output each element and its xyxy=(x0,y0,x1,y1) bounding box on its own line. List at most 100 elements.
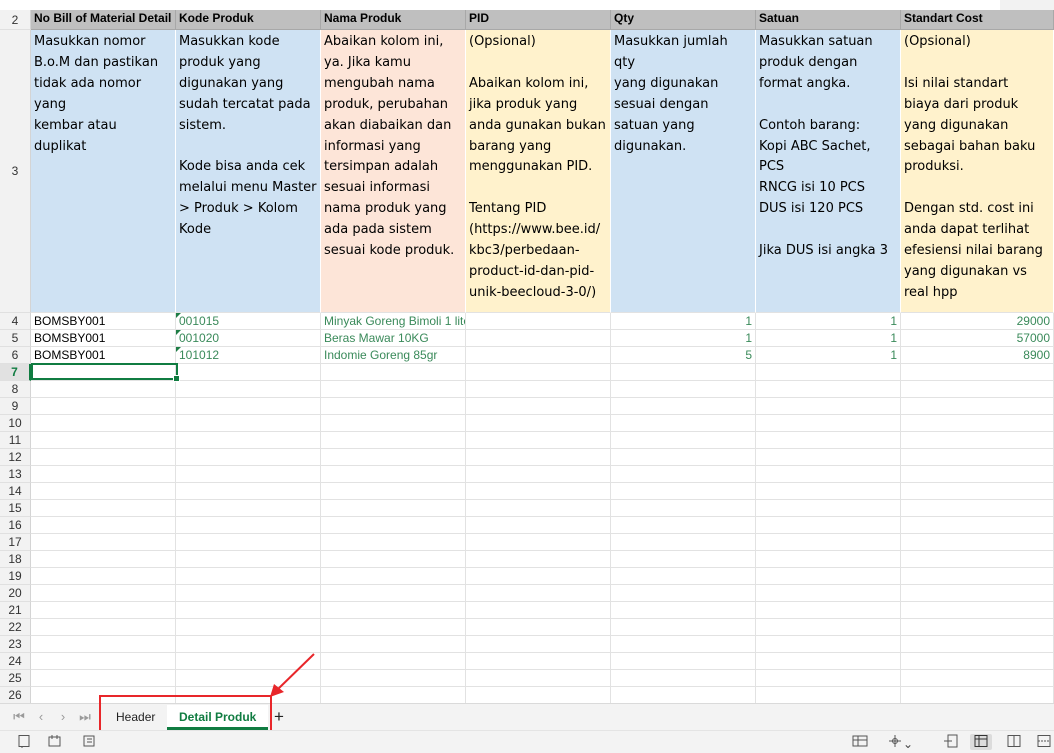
cell-bom[interactable] xyxy=(31,619,176,636)
cell-bom[interactable] xyxy=(31,466,176,483)
cell-standart-cost[interactable] xyxy=(901,483,1054,500)
cell-kode-produk[interactable] xyxy=(176,466,321,483)
cell-standart-cost[interactable] xyxy=(901,568,1054,585)
cell-kode-produk[interactable] xyxy=(176,500,321,517)
row-header[interactable]: 9 xyxy=(0,398,31,415)
cell-nama-produk[interactable] xyxy=(321,466,466,483)
cell-satuan[interactable] xyxy=(756,551,901,568)
cell-satuan[interactable] xyxy=(756,670,901,687)
cell-standart-cost[interactable] xyxy=(901,398,1054,415)
cell-qty[interactable] xyxy=(611,670,756,687)
cell-satuan[interactable] xyxy=(756,687,901,703)
row-header[interactable]: 10 xyxy=(0,415,31,432)
header-standart-cost[interactable]: Standart Cost xyxy=(901,10,1054,30)
cell-bom[interactable] xyxy=(31,381,176,398)
cell-nama-produk[interactable] xyxy=(321,364,466,381)
row-header[interactable]: 13 xyxy=(0,466,31,483)
header-qty[interactable]: Qty xyxy=(611,10,756,30)
cell-nama-produk[interactable] xyxy=(321,398,466,415)
cell-kode-produk[interactable] xyxy=(176,619,321,636)
cell-standart-cost[interactable] xyxy=(901,585,1054,602)
cell-bom[interactable] xyxy=(31,398,176,415)
row-header[interactable]: 25 xyxy=(0,670,31,687)
cell-satuan[interactable] xyxy=(756,364,901,381)
cell-satuan[interactable] xyxy=(756,500,901,517)
row-header[interactable]: 18 xyxy=(0,551,31,568)
page-break-icon[interactable] xyxy=(1034,734,1054,750)
cell-kode-produk[interactable] xyxy=(176,449,321,466)
cell-bom[interactable] xyxy=(31,653,176,670)
description-kode-produk[interactable]: Masukkan kode produk yang digunakan yang… xyxy=(176,30,321,313)
cell-standart-cost[interactable] xyxy=(901,551,1054,568)
cell-standart-cost[interactable]: 8900 xyxy=(901,347,1054,364)
description-nama-produk[interactable]: Abaikan kolom ini, ya. Jika kamu menguba… xyxy=(321,30,466,313)
cell-standart-cost[interactable] xyxy=(901,653,1054,670)
cell-bom[interactable] xyxy=(31,517,176,534)
display-settings-icon[interactable] xyxy=(850,734,872,750)
cell-pid[interactable] xyxy=(466,432,611,449)
cell-standart-cost[interactable] xyxy=(901,517,1054,534)
cell-kode-produk[interactable]: 001020 xyxy=(176,330,321,347)
cell-nama-produk[interactable] xyxy=(321,534,466,551)
cell-satuan[interactable] xyxy=(756,466,901,483)
cell-standart-cost[interactable] xyxy=(901,381,1054,398)
cell-pid[interactable] xyxy=(466,313,611,330)
cell-nama-produk[interactable] xyxy=(321,670,466,687)
cell-satuan[interactable] xyxy=(756,585,901,602)
cell-pid[interactable] xyxy=(466,585,611,602)
cell-satuan[interactable] xyxy=(756,653,901,670)
cell-satuan[interactable] xyxy=(756,449,901,466)
cell-bom[interactable]: BOMSBY001 xyxy=(31,347,176,364)
cell-qty[interactable] xyxy=(611,483,756,500)
description-bom[interactable]: Masukkan nomor B.o.M dan pastikan tidak … xyxy=(31,30,176,313)
row-header[interactable]: 26 xyxy=(0,687,31,703)
row-header[interactable]: 8 xyxy=(0,381,31,398)
cell-nama-produk[interactable] xyxy=(321,619,466,636)
cell-satuan[interactable]: 1 xyxy=(756,313,901,330)
cell-pid[interactable] xyxy=(466,466,611,483)
cell-nama-produk[interactable] xyxy=(321,568,466,585)
cell-satuan[interactable] xyxy=(756,398,901,415)
row-header[interactable]: 24 xyxy=(0,653,31,670)
row-header[interactable]: 3 xyxy=(0,30,31,313)
row-header[interactable]: 11 xyxy=(0,432,31,449)
cell-pid[interactable] xyxy=(466,568,611,585)
cell-bom[interactable] xyxy=(31,602,176,619)
cell-qty[interactable] xyxy=(611,602,756,619)
cell-pid[interactable] xyxy=(466,670,611,687)
header-nama-produk[interactable]: Nama Produk xyxy=(321,10,466,30)
row-header[interactable]: 22 xyxy=(0,619,31,636)
cell-satuan[interactable] xyxy=(756,381,901,398)
cell-standart-cost[interactable] xyxy=(901,364,1054,381)
header-bom[interactable]: No Bill of Material Detail xyxy=(31,10,176,30)
cell-bom[interactable]: BOMSBY001 xyxy=(31,330,176,347)
page-layout-icon[interactable] xyxy=(1003,734,1025,750)
row-header[interactable]: 20 xyxy=(0,585,31,602)
cell-bom[interactable]: BOMSBY001 xyxy=(31,313,176,330)
cell-kode-produk[interactable] xyxy=(176,551,321,568)
row-header[interactable]: 4 xyxy=(0,313,31,330)
cell-pid[interactable] xyxy=(466,364,611,381)
cell-nama-produk[interactable] xyxy=(321,483,466,500)
cell-pid[interactable] xyxy=(466,619,611,636)
cell-nama-produk[interactable]: Minyak Goreng Bimoli 1 liter xyxy=(321,313,466,330)
cell-kode-produk[interactable] xyxy=(176,415,321,432)
cell-nama-produk[interactable] xyxy=(321,636,466,653)
cell-pid[interactable] xyxy=(466,636,611,653)
cell-pid[interactable] xyxy=(466,534,611,551)
cell-qty[interactable] xyxy=(611,619,756,636)
cell-bom[interactable] xyxy=(31,500,176,517)
row-header[interactable]: 12 xyxy=(0,449,31,466)
cell-bom[interactable] xyxy=(31,585,176,602)
next-sheet-icon[interactable]: › xyxy=(54,708,72,726)
cell-satuan[interactable] xyxy=(756,483,901,500)
cell-standart-cost[interactable] xyxy=(901,466,1054,483)
cell-nama-produk[interactable] xyxy=(321,415,466,432)
cell-kode-produk[interactable]: 001015 xyxy=(176,313,321,330)
cell-nama-produk[interactable] xyxy=(321,653,466,670)
cell-satuan[interactable] xyxy=(756,415,901,432)
cell-qty[interactable] xyxy=(611,517,756,534)
cell-pid[interactable] xyxy=(466,483,611,500)
prev-sheet-icon[interactable]: ‹ xyxy=(32,708,50,726)
cell-standart-cost[interactable] xyxy=(901,432,1054,449)
